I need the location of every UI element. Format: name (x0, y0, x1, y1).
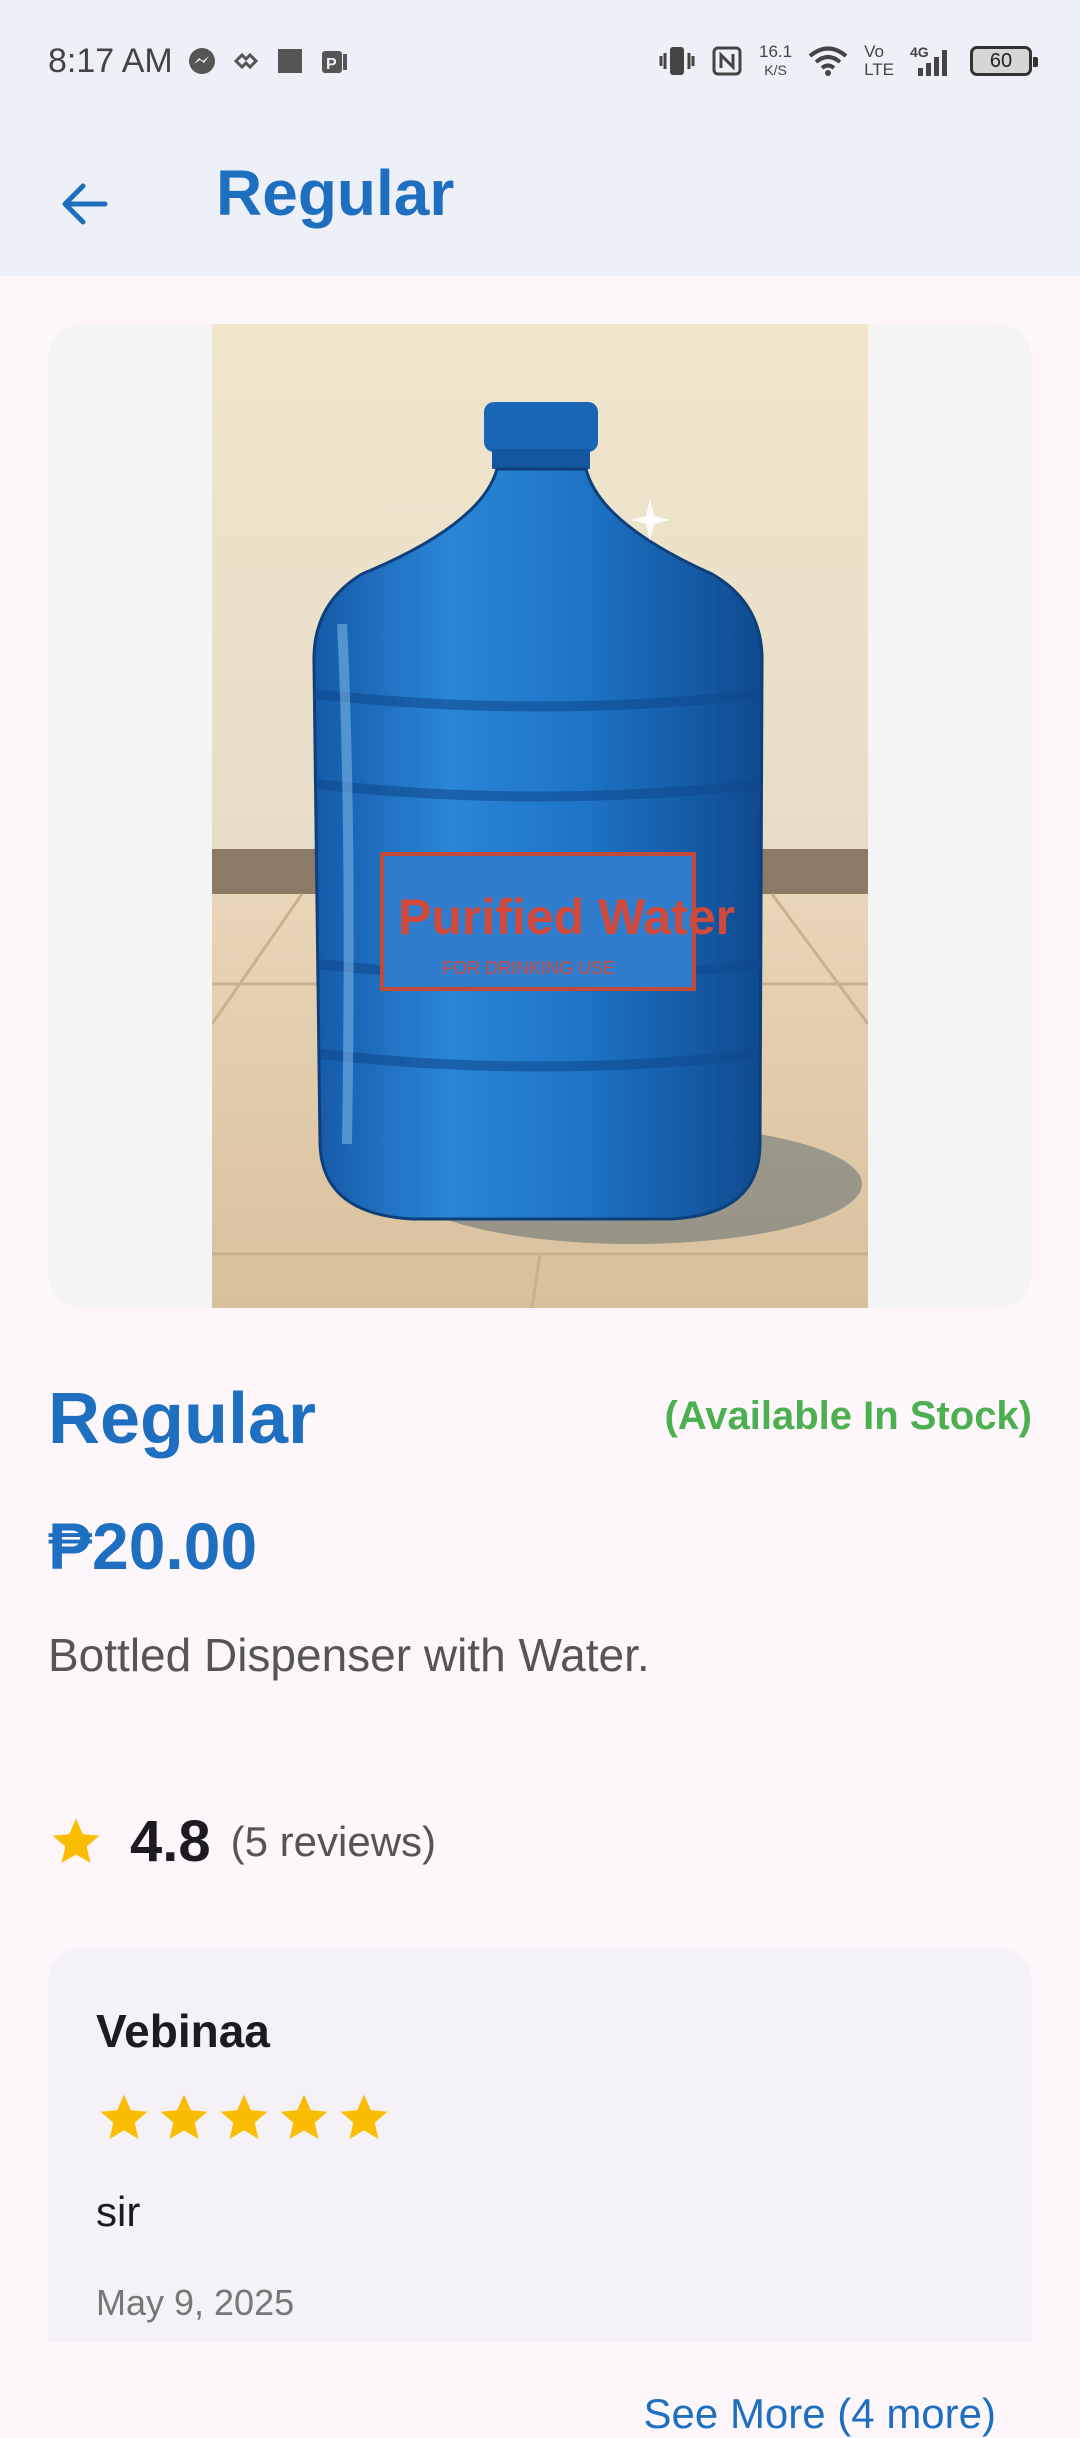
star-icon (160, 2094, 208, 2139)
see-more-link[interactable]: See More (4 more) (644, 2390, 996, 2438)
review-card: Vebinaa sir May 9, 2025 (48, 1948, 1032, 2342)
status-bar: 8:17 AM P 16.1 K/S Vo LTE 4G 60 (0, 0, 1080, 122)
rating-value: 4.8 (130, 1809, 211, 1874)
star-icon (220, 2094, 268, 2139)
app-bar: Regular (0, 122, 1080, 276)
link-icon (231, 46, 261, 76)
product-image-card: Purified Water FOR DRINKING USE (48, 324, 1032, 1308)
parking-icon: P (319, 46, 349, 76)
product-description: Bottled Dispenser with Water. (48, 1629, 650, 1681)
volte-indicator: Vo LTE (864, 42, 894, 79)
network-speed: 16.1 K/S (758, 42, 793, 79)
product-price: ₱20.00 (48, 1509, 258, 1583)
square-icon (275, 46, 305, 76)
star-icon (280, 2094, 328, 2139)
review-text: sir (96, 2188, 141, 2235)
review-date: May 9, 2025 (96, 2282, 295, 2323)
svg-text:P: P (326, 56, 337, 73)
review-stars (96, 2090, 392, 2146)
reviewer-name: Vebinaa (96, 2005, 270, 2057)
product-image: Purified Water FOR DRINKING USE (212, 324, 868, 1308)
rating-summary: 4.8 (5 reviews) (48, 1808, 436, 1875)
wifi-icon (808, 45, 848, 77)
battery-icon: 60 (970, 46, 1038, 76)
vibrate-icon (659, 44, 695, 78)
nfc-icon (711, 45, 743, 77)
stock-status: (Available In Stock) (664, 1394, 1033, 1438)
svg-text:4G: 4G (910, 44, 929, 60)
image-label-sub: FOR DRINKING USE (442, 958, 615, 978)
arrow-left-icon (62, 183, 108, 225)
star-icon (100, 2094, 148, 2139)
status-time: 8:17 AM (48, 41, 173, 80)
star-icon (52, 1818, 100, 1863)
image-label-main: Purified Water (398, 889, 735, 945)
product-name: Regular (48, 1379, 317, 1459)
signal-icon: 4G (910, 44, 954, 78)
page-title: Regular (216, 157, 455, 229)
review-count: (5 reviews) (230, 1817, 437, 1865)
back-button[interactable] (44, 164, 124, 244)
star-icon (340, 2094, 388, 2139)
messenger-icon (187, 46, 217, 76)
